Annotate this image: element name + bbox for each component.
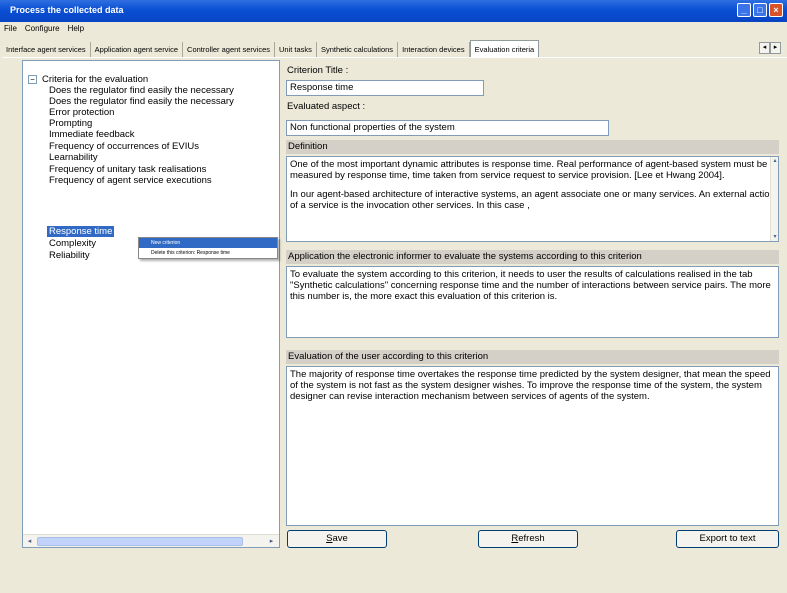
criterion-title-field[interactable]: Response time [286,80,484,96]
tree-item[interactable]: Complexity [49,238,96,249]
tree-item[interactable]: Reliability [49,250,90,261]
maximize-button[interactable]: □ [753,3,767,17]
tree-item[interactable]: Frequency of agent service executions [49,175,212,186]
refresh-button-label: efresh [518,533,545,544]
close-button[interactable]: × [769,3,783,17]
tree-root[interactable]: Criteria for the evaluation [42,74,148,85]
minimize-button[interactable]: _ [737,3,751,17]
title-bar: Process the collected data _ □ × [0,0,787,22]
tree-item[interactable]: Does the regulator find easily the neces… [49,85,234,96]
save-button[interactable]: Save [287,530,387,548]
menu-bar: File Configure Help [0,22,787,36]
application-textarea[interactable]: To evaluate the system according to this… [286,266,779,338]
tree-item[interactable]: Frequency of unitary task realisations [49,164,206,175]
tree-item-selected[interactable]: Response time [47,226,115,237]
definition-header: Definition [286,140,779,154]
tab-controller-agent-services[interactable]: Controller agent services [183,42,275,57]
tab-interface-agent-services[interactable]: Interface agent services [2,42,91,57]
tree-item[interactable]: Learnability [49,152,98,163]
tab-interaction-devices[interactable]: Interaction devices [398,42,470,57]
tree-item[interactable]: Does the regulator find easily the neces… [49,96,234,107]
tree-item[interactable]: Prompting [49,118,92,129]
menu-configure[interactable]: Configure [25,22,60,36]
criteria-tree[interactable]: − Criteria for the evaluation Does the r… [22,60,280,548]
tab-application-agent-service[interactable]: Application agent service [91,42,184,57]
menu-file[interactable]: File [4,22,17,36]
tab-evaluation-criteria[interactable]: Evaluation criteria [469,40,540,57]
context-menu: New criterion Delete this criterion: Res… [138,237,278,259]
user-evaluation-header: Evaluation of the user according to this… [286,350,779,364]
scroll-left-icon[interactable]: ◂ [24,537,35,546]
tab-scroll-buttons: ◂ ▸ [759,42,781,54]
context-new-criterion[interactable]: New criterion [139,238,277,248]
tab-unit-tasks[interactable]: Unit tasks [275,42,317,57]
definition-scrollbar[interactable]: ▴ ▾ [770,157,778,241]
refresh-button[interactable]: Refresh [478,530,578,548]
scrollbar-thumb[interactable] [37,537,243,546]
export-to-text-button[interactable]: Export to text [676,530,779,548]
tree-horizontal-scrollbar[interactable]: ◂ ▸ [23,534,279,547]
criterion-title-label: Criterion Title : [287,65,349,76]
tab-strip: Interface agent services Application age… [2,40,787,58]
tab-scroll-right-icon[interactable]: ▸ [770,42,781,54]
save-button-label: ave [332,533,348,544]
definition-paragraph: One of the most important dynamic attrib… [290,159,768,181]
tree-item[interactable]: Immediate feedback [49,129,135,140]
scroll-right-icon[interactable]: ▸ [266,537,277,546]
tree-item[interactable]: Frequency of occurrences of EVIUs [49,141,199,152]
tab-synthetic-calculations[interactable]: Synthetic calculations [317,42,399,57]
definition-paragraph: In our agent-based architecture of inter… [290,189,775,211]
scroll-down-icon[interactable]: ▾ [771,233,778,241]
context-delete-criterion[interactable]: Delete this criterion: Response time [139,248,277,258]
definition-textarea[interactable]: One of the most important dynamic attrib… [286,156,779,242]
tree-item[interactable]: Error protection [49,107,114,118]
user-evaluation-textarea[interactable]: The majority of response time overtakes … [286,366,779,526]
scroll-up-icon[interactable]: ▴ [771,157,778,165]
evaluated-aspect-label: Evaluated aspect : [287,101,366,112]
window-controls: _ □ × [737,3,783,17]
application-header: Application the electronic informer to e… [286,250,779,264]
menu-help[interactable]: Help [68,22,84,36]
collapse-icon[interactable]: − [28,75,37,84]
evaluated-aspect-field[interactable]: Non functional properties of the system [286,120,609,136]
window-title: Process the collected data [10,5,124,15]
tab-scroll-left-icon[interactable]: ◂ [759,42,770,54]
